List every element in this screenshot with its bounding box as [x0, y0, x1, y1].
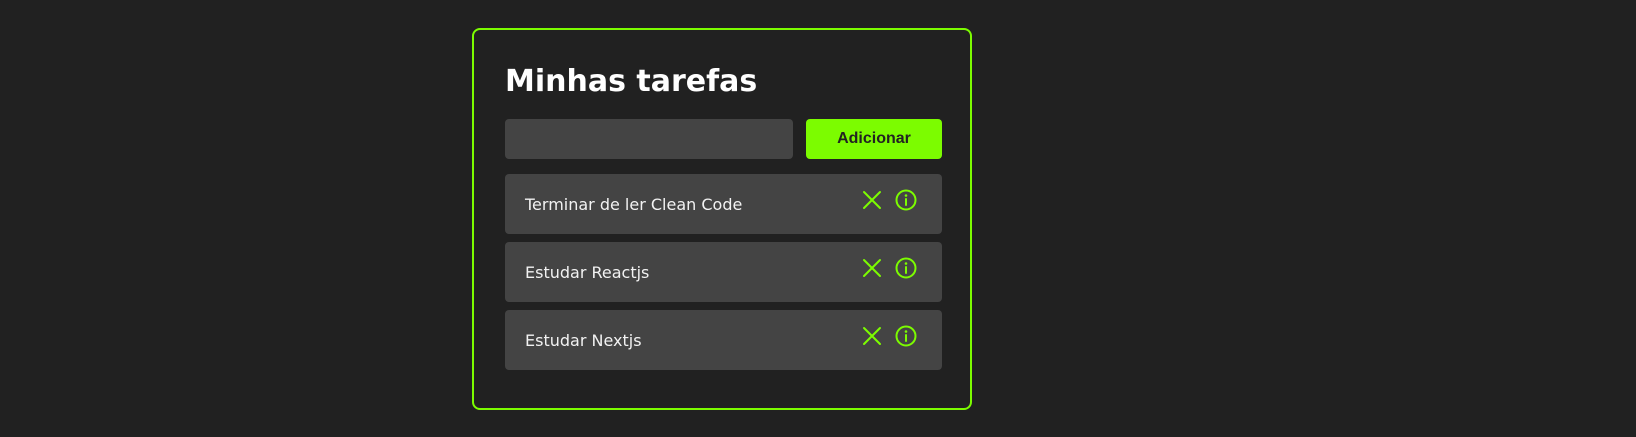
task-details-button[interactable]	[894, 188, 918, 212]
task-title[interactable]: Estudar Reactjs	[525, 242, 649, 302]
remove-task-button[interactable]	[860, 188, 884, 212]
info-icon	[895, 189, 917, 211]
add-task-button[interactable]: Adicionar	[806, 119, 942, 159]
info-icon	[895, 325, 917, 347]
task-item: Estudar Nextjs	[505, 310, 942, 370]
task-title[interactable]: Terminar de ler Clean Code	[525, 174, 742, 234]
info-icon	[895, 257, 917, 279]
close-icon	[863, 191, 881, 209]
task-item: Estudar Reactjs	[505, 242, 942, 302]
remove-task-button[interactable]	[860, 324, 884, 348]
tasks-card: Minhas tarefas Adicionar Terminar de ler…	[472, 28, 972, 410]
task-details-button[interactable]	[894, 324, 918, 348]
remove-task-button[interactable]	[860, 256, 884, 280]
task-item: Terminar de ler Clean Code	[505, 174, 942, 234]
close-icon	[863, 327, 881, 345]
task-list: Terminar de ler Clean Code Estudar React…	[505, 174, 942, 378]
new-task-input[interactable]	[505, 119, 793, 159]
page-title: Minhas tarefas	[505, 64, 758, 99]
close-icon	[863, 259, 881, 277]
task-details-button[interactable]	[894, 256, 918, 280]
task-title[interactable]: Estudar Nextjs	[525, 310, 642, 370]
